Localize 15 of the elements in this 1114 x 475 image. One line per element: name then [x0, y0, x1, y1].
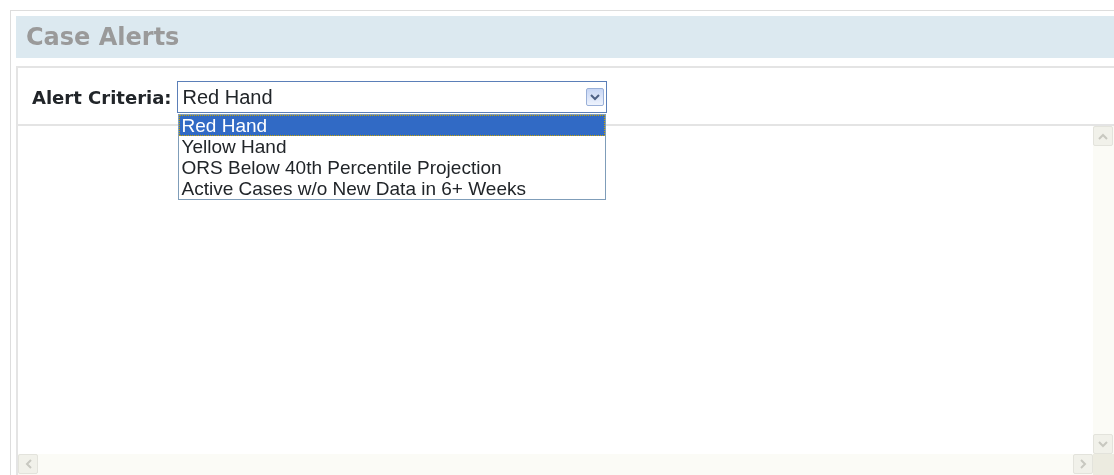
page-title: Case Alerts — [26, 22, 180, 53]
dropdown-option[interactable]: Red Hand — [178, 115, 605, 136]
dropdown-icon[interactable] — [585, 88, 604, 106]
scroll-up-icon[interactable] — [1093, 126, 1113, 146]
scroll-left-icon[interactable] — [18, 454, 38, 474]
scrollbar-corner — [1093, 454, 1114, 475]
criteria-dropdown[interactable]: Red Hand — [176, 81, 607, 113]
scroll-right-icon[interactable] — [1073, 454, 1093, 474]
dropdown-option[interactable]: ORS Below 40th Percentile Projection — [178, 157, 605, 178]
field-label: Alert Criteria: — [32, 85, 172, 110]
dropdown-option[interactable]: Yellow Hand — [178, 136, 605, 157]
vertical-scrollbar[interactable] — [1093, 126, 1114, 454]
scroll-down-icon[interactable] — [1093, 434, 1113, 454]
dropdown-option[interactable]: Active Cases w/o New Data in 6+ Weeks — [178, 178, 605, 199]
horizontal-scrollbar[interactable] — [18, 454, 1093, 475]
